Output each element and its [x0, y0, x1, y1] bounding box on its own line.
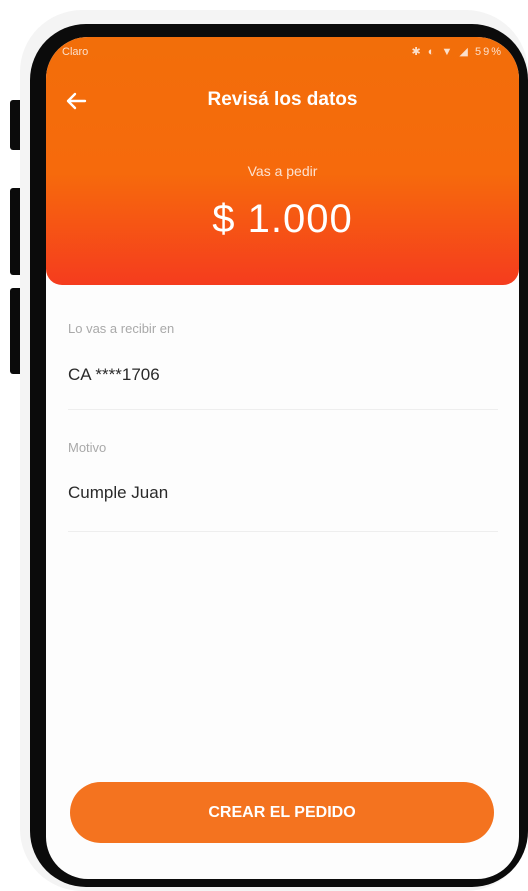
status-indicator-icons: ✱ ◐ ▼ ◢: [411, 46, 470, 58]
status-icons: ✱ ◐ ▼ ◢ 59%: [412, 45, 503, 58]
field-divider: [68, 531, 498, 532]
field-divider: [68, 409, 498, 410]
amount-subtitle: Vas a pedir: [247, 163, 318, 179]
reason-label: Motivo: [68, 440, 107, 455]
page-title: Revisá los datos: [207, 89, 358, 110]
receive-account-label: Lo vas a recibir en: [68, 321, 175, 336]
reason-value: Cumple Juan: [68, 483, 169, 502]
create-request-button[interactable]: CREAR EL PEDIDO: [70, 782, 494, 843]
app-screen: Claro ✱ ◐ ▼ ◢ 59% Revisá los datos Vas a…: [46, 37, 519, 879]
receive-account-value: CA ****1706: [68, 365, 160, 384]
carrier-label: Claro: [62, 46, 89, 58]
status-bar: Claro ✱ ◐ ▼ ◢ 59%: [46, 37, 519, 69]
requested-amount: $ 1.000: [212, 197, 353, 241]
summary-header: Claro ✱ ◐ ▼ ◢ 59% Revisá los datos Vas a…: [46, 37, 519, 285]
battery-label: 59%: [474, 46, 503, 58]
